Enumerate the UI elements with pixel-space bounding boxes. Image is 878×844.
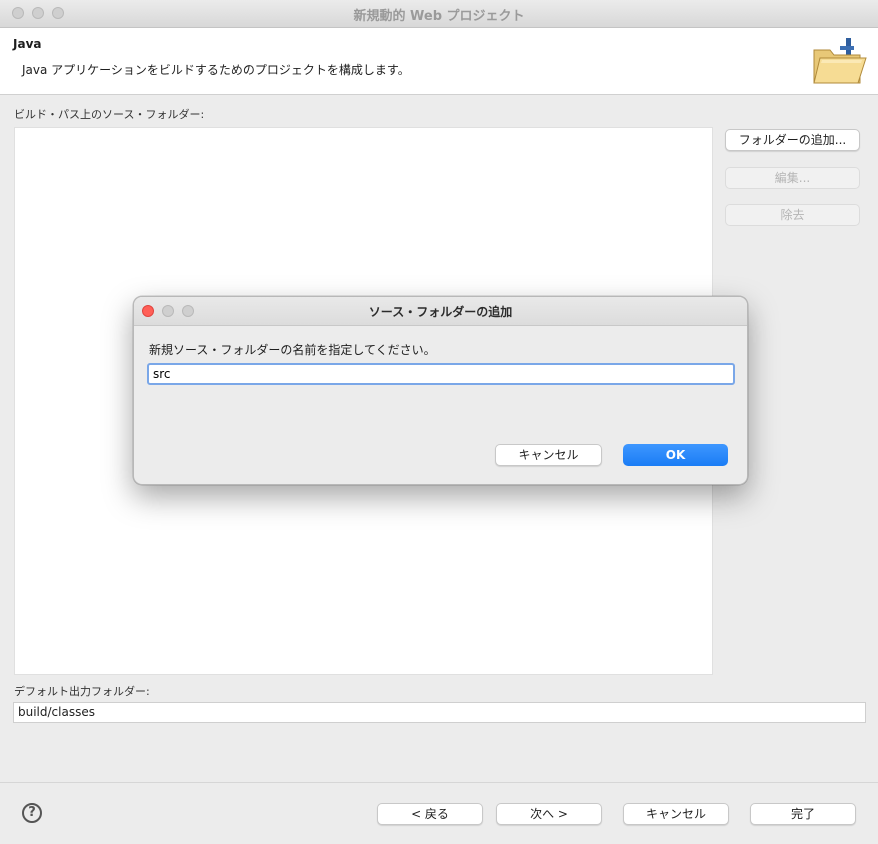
output-folder-field[interactable]: build/classes — [13, 702, 866, 723]
footer-divider — [0, 782, 878, 783]
dialog-cancel-button[interactable]: キャンセル — [495, 444, 602, 466]
add-source-folder-dialog: ソース・フォルダーの追加 新規ソース・フォルダーの名前を指定してください。 sr… — [133, 296, 748, 485]
page-title: Java — [13, 37, 42, 51]
dialog-title: ソース・フォルダーの追加 — [368, 305, 513, 319]
remove-button[interactable]: 除去 — [725, 204, 860, 226]
dialog-ok-button[interactable]: OK — [623, 444, 728, 466]
back-button[interactable]: < 戻る — [377, 803, 483, 825]
page-description: Java アプリケーションをビルドするためのプロジェクトを構成します。 — [22, 63, 410, 77]
output-folder-label: デフォルト出力フォルダー: — [14, 685, 150, 698]
folder-name-input[interactable]: src — [147, 363, 735, 385]
dialog-titlebar: ソース・フォルダーの追加 — [134, 297, 747, 326]
source-folders-label: ビルド・パス上のソース・フォルダー: — [14, 108, 205, 121]
window-title: 新規動的 Web プロジェクト — [353, 9, 525, 24]
edit-button[interactable]: 編集... — [725, 167, 860, 189]
finish-button[interactable]: 完了 — [750, 803, 856, 825]
folder-open-icon — [813, 38, 867, 84]
wizard-header: Java Java アプリケーションをビルドするためのプロジェクトを構成します。 — [0, 28, 878, 95]
cancel-button[interactable]: キャンセル — [623, 803, 729, 825]
help-icon[interactable]: ? — [22, 803, 42, 823]
window-titlebar: 新規動的 Web プロジェクト — [0, 0, 878, 28]
dialog-prompt: 新規ソース・フォルダーの名前を指定してください。 — [149, 343, 436, 357]
add-folder-button[interactable]: フォルダーの追加... — [725, 129, 860, 151]
next-button[interactable]: 次へ > — [496, 803, 602, 825]
